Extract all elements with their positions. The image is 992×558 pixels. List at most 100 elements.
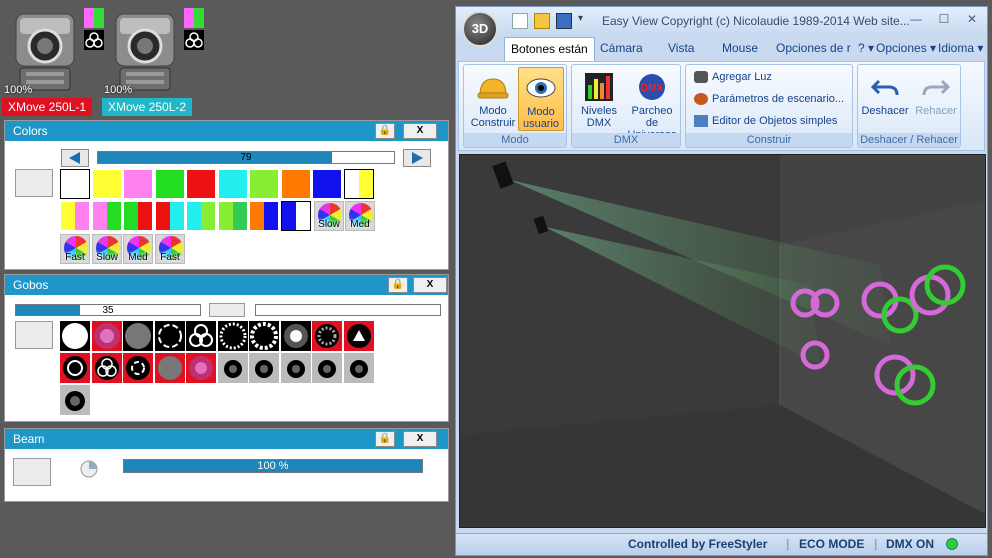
color-preview [15,169,53,197]
color-swatch[interactable] [186,169,216,199]
tab-opciones[interactable]: Opciones de r [776,41,851,55]
deshacer-button[interactable]: Deshacer [860,67,910,131]
hard-hat-icon [477,78,509,99]
gobo-rotate[interactable] [312,353,342,383]
gobo-flower[interactable] [312,321,342,351]
minimize-icon[interactable]: — [906,12,926,30]
dimmer-pie-icon [80,460,98,478]
gobo-pattern[interactable] [218,321,248,351]
lock-icon[interactable]: 🔒 [375,431,395,447]
rehacer-button[interactable]: Rehacer [912,67,960,131]
gobos-panel: Gobos 🔒 X 35 [4,274,449,422]
color-prev-button[interactable] [61,149,89,167]
svg-text:DMX: DMX [641,83,664,94]
parcheo-universos-button[interactable]: DMX Parcheo de Universos [624,67,680,141]
title-bar: ▾ Easy View Copyright (c) Nicolaudie 198… [456,7,987,37]
close-button[interactable]: X [403,431,437,447]
language-menu[interactable]: Idioma ▾ [938,41,983,55]
lock-icon[interactable]: 🔒 [375,123,395,139]
gobo-swirl[interactable] [155,321,185,351]
dmx-status[interactable]: DMX ON [886,537,934,551]
fixture-color-swatch [184,8,204,28]
color-wheel-med-button[interactable]: Med [123,234,153,264]
agregar-luz-button[interactable]: Agregar Luz [694,71,772,84]
gobo-rotate[interactable] [60,385,90,415]
new-file-icon[interactable] [512,13,528,29]
color-swatch[interactable] [218,169,248,199]
close-button[interactable]: X [403,123,437,139]
modo-usuario-button[interactable]: Modo usuario [518,67,564,131]
options-menu[interactable]: Opciones ▾ [876,41,936,55]
color-swatch[interactable] [123,169,153,199]
gobo-biohazard-red[interactable] [92,353,122,383]
group-label: Deshacer / Rehacer [858,133,960,147]
color-swatch[interactable] [60,201,90,231]
color-wheel-med-button[interactable]: Med [345,201,375,231]
fixture-label[interactable]: XMove 250L-1 [2,98,93,116]
gobo-hexagons[interactable] [249,321,279,351]
color-swatch[interactable] [60,169,90,199]
beam-dimmer-slider[interactable]: 100 % [123,459,423,473]
color-swatch[interactable] [155,201,185,231]
editor-objetos-button[interactable]: Editor de Objetos simples [694,115,837,128]
gobo-dots[interactable] [92,321,122,351]
color-swatch[interactable] [249,201,279,231]
open-folder-icon[interactable] [534,13,550,29]
colors-panel-title: Colors [13,124,48,138]
gobo-dots-red[interactable] [186,353,216,383]
color-swatch[interactable] [281,201,311,231]
group-modo: Modo Construir Modo usuario Modo [463,64,567,148]
tab-camara[interactable]: Cámara [600,41,643,55]
gobo-biohazard[interactable] [186,321,216,351]
gobo-rotate[interactable] [218,353,248,383]
tab-vista[interactable]: Vista [668,41,694,55]
3d-viewport[interactable] [459,154,986,528]
color-wheel-slow-button[interactable]: Slow [92,234,122,264]
fixture-2[interactable]: 100% XMove 250L-2 [102,6,204,116]
gobo-cells-red[interactable] [155,353,185,383]
arrow-left-icon [69,152,80,164]
undo-icon [870,79,899,96]
eco-mode-status[interactable]: ECO MODE [799,537,864,551]
save-icon[interactable] [556,13,572,29]
tab-mouse[interactable]: Mouse [722,41,758,55]
color-wheel-fast-button[interactable]: Fast [60,234,90,264]
gobo-swirl-red[interactable] [60,353,90,383]
gobo-open[interactable] [60,321,90,351]
color-swatch[interactable] [312,169,342,199]
gobo-rotate[interactable] [344,353,374,383]
quick-access-menu-icon[interactable]: ▾ [578,13,588,29]
color-next-button[interactable] [403,149,431,167]
group-label: DMX [572,133,680,147]
color-slider-value: 79 [240,152,252,163]
gobo-fine[interactable] [281,321,311,351]
fixture-color-swatch [84,8,104,28]
gobo-triangles[interactable] [344,321,374,351]
tab-botones[interactable]: Botones están [504,37,595,61]
color-swatch[interactable] [281,169,311,199]
color-swatch[interactable] [92,201,122,231]
color-swatch[interactable] [92,169,122,199]
color-slider[interactable]: 79 [97,151,395,164]
color-swatch[interactable] [344,169,374,199]
niveles-dmx-button[interactable]: Niveles DMX [576,67,622,131]
help-button[interactable]: ? ▾ [858,41,874,55]
maximize-icon[interactable]: ☐ [934,12,954,30]
fixture-label[interactable]: XMove 250L-2 [102,98,193,116]
color-swatch[interactable] [249,169,279,199]
fixture-1[interactable]: 100% XMove 250L-1 [2,6,104,116]
color-swatch[interactable] [218,201,248,231]
gobo-cells[interactable] [123,321,153,351]
gobo-rotate[interactable] [281,353,311,383]
gobo-spiral-red[interactable] [123,353,153,383]
app-orb-button[interactable]: 3D [462,11,498,47]
color-swatch[interactable] [155,169,185,199]
color-wheel-fast-button[interactable]: Fast [155,234,185,264]
color-wheel-slow-button[interactable]: Slow [314,201,344,231]
close-window-icon[interactable]: ✕ [962,12,982,30]
parametros-escenario-button[interactable]: Parámetros de escenario... [694,93,844,106]
modo-construir-button[interactable]: Modo Construir [470,67,516,131]
gobo-rotate[interactable] [249,353,279,383]
color-swatch[interactable] [186,201,216,231]
color-swatch[interactable] [123,201,153,231]
